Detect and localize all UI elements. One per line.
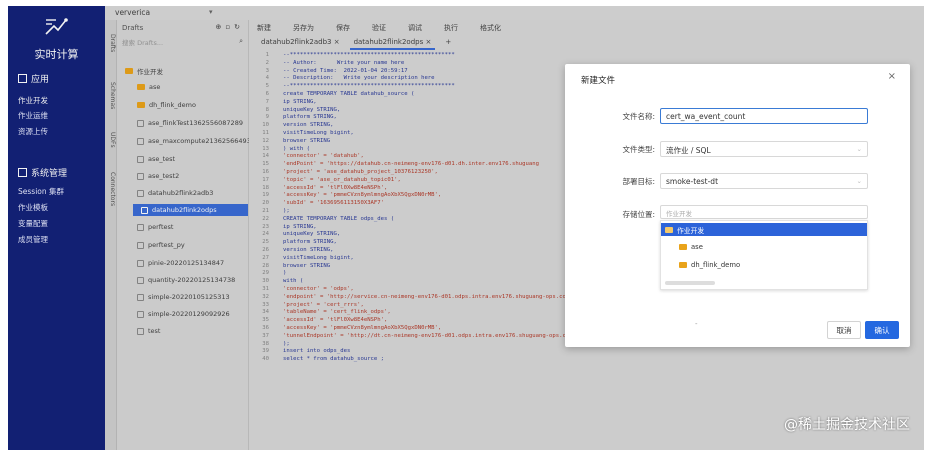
file-name-input[interactable]: cert_wa_event_count	[660, 108, 868, 124]
location-select[interactable]: 作业开发	[660, 205, 868, 219]
folder-icon	[679, 261, 687, 268]
location-dropdown: 作业开发 ase dh_flink_demo	[660, 220, 868, 290]
chevron-down-icon[interactable]: ⌄	[857, 177, 862, 185]
folder-icon	[679, 243, 687, 250]
file-type-value: 流作业 / SQL	[666, 146, 711, 155]
new-file-dialog: 新建文件 × 文件名称: cert_wa_event_count 文件类型: 流…	[565, 64, 910, 347]
file-type-label: 文件类型:	[622, 145, 655, 154]
location-option-ase[interactable]: ase	[661, 240, 867, 253]
dialog-title: 新建文件	[581, 76, 616, 86]
dropdown-scrollbar[interactable]	[665, 281, 715, 285]
location-option-root[interactable]: 作业开发	[661, 223, 867, 236]
location-label: 存储位置:	[622, 210, 655, 219]
target-value: smoke-test-dt	[666, 177, 719, 186]
target-select[interactable]: smoke-test-dt ⌄	[660, 173, 868, 189]
folder-icon	[665, 226, 673, 233]
option-label: dh_flink_demo	[691, 260, 741, 269]
cancel-button[interactable]: 取消	[827, 321, 861, 339]
location-option-dh-flink-demo[interactable]: dh_flink_demo	[661, 258, 867, 271]
watermark: @稀土掘金技术社区	[784, 417, 910, 433]
confirm-button[interactable]: 确认	[865, 321, 899, 339]
close-icon[interactable]: ×	[888, 71, 896, 82]
chevron-down-icon[interactable]: ⌄	[857, 145, 862, 153]
file-name-label: 文件名称:	[622, 112, 655, 121]
dialog-dash: -	[695, 320, 698, 328]
target-label: 部署目标:	[622, 177, 655, 186]
option-label: ase	[691, 242, 703, 251]
file-type-select[interactable]: 流作业 / SQL ⌄	[660, 141, 868, 157]
option-label: 作业开发	[677, 226, 705, 235]
